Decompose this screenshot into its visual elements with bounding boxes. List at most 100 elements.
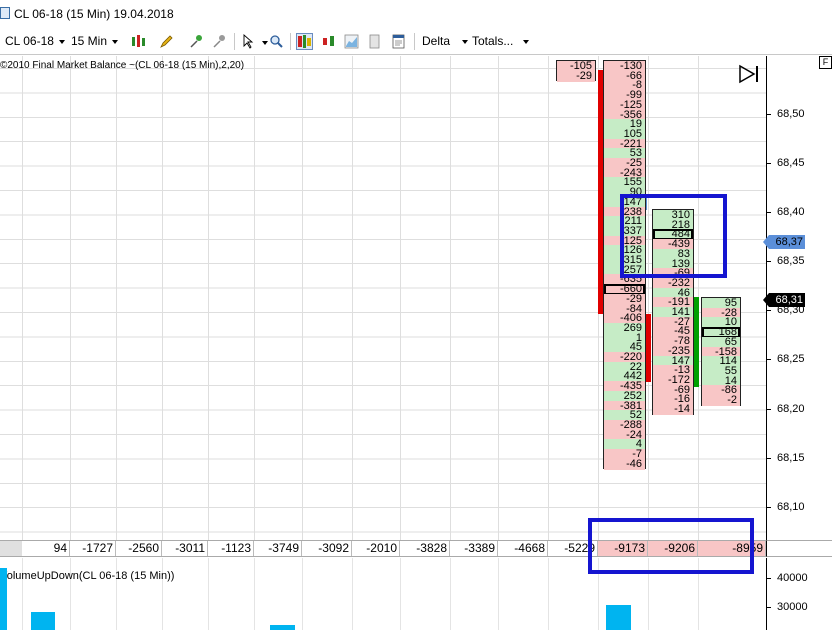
properties-button[interactable] bbox=[390, 33, 407, 50]
price-axis-tick bbox=[767, 507, 771, 508]
gridline bbox=[162, 56, 163, 540]
gridline bbox=[548, 558, 549, 630]
magnifier-icon bbox=[270, 35, 283, 48]
delta-selector[interactable]: Delta bbox=[422, 32, 469, 51]
totals-cell: 94 bbox=[22, 541, 70, 556]
data-box-button[interactable] bbox=[366, 33, 383, 50]
gridline bbox=[400, 56, 401, 540]
totals-cell: -3092 bbox=[302, 541, 352, 556]
totals-cell: -2010 bbox=[352, 541, 400, 556]
price-axis-tick bbox=[767, 409, 771, 410]
gridline bbox=[70, 56, 71, 540]
footprint-chart-icon bbox=[298, 35, 311, 48]
gridline bbox=[548, 56, 549, 540]
chart-type-area-button[interactable] bbox=[343, 33, 360, 50]
gridline bbox=[450, 558, 451, 630]
gridline bbox=[254, 56, 255, 540]
totals-cell: -4668 bbox=[498, 541, 548, 556]
gridline bbox=[208, 56, 209, 540]
volume-bar bbox=[31, 612, 55, 630]
window-titlebar: CL 06-18 (15 Min) 19.04.2018 bbox=[0, 0, 832, 28]
totals-cell: -2560 bbox=[116, 541, 162, 556]
price-axis-label: 68,45 bbox=[777, 157, 805, 169]
corner-button[interactable]: F bbox=[819, 56, 832, 69]
pencil-icon bbox=[160, 35, 173, 48]
document-icon bbox=[369, 34, 380, 49]
bar-style-icon bbox=[132, 35, 145, 47]
price-axis-tick bbox=[767, 359, 771, 360]
gridline bbox=[254, 558, 255, 630]
remove-indicator-button[interactable] bbox=[211, 33, 228, 50]
plus-pin-icon bbox=[190, 35, 202, 48]
footprint-cell: -2 bbox=[702, 395, 740, 406]
price-axis-tick bbox=[767, 114, 771, 115]
chart-toolbar: CL 06-18 15 Min Delta Totals... bbox=[0, 28, 832, 55]
volume-bar bbox=[606, 605, 631, 630]
price-axis-label: 68,10 bbox=[777, 501, 805, 513]
gridline bbox=[498, 558, 499, 630]
bar-style-button[interactable] bbox=[130, 33, 147, 50]
price-axis-tick bbox=[767, 458, 771, 459]
gridline bbox=[498, 56, 499, 540]
footprint-column: 95 -28 10 168 65 -158 114 55 14 -86 -2 bbox=[701, 297, 741, 406]
properties-icon bbox=[392, 34, 405, 49]
candle-body-red bbox=[646, 314, 651, 382]
interval-selector[interactable]: 15 Min bbox=[71, 32, 119, 51]
cursor-arrow-icon bbox=[243, 34, 254, 49]
totals-label: Totals... bbox=[472, 34, 514, 48]
delta-label: Delta bbox=[422, 34, 451, 48]
totals-cell: -3011 bbox=[162, 541, 208, 556]
footprint-column: -105 -29 bbox=[556, 60, 596, 82]
gridline bbox=[450, 56, 451, 540]
scroll-to-end-button[interactable] bbox=[738, 64, 762, 84]
candle-body-green bbox=[694, 297, 699, 387]
chevron-down-icon bbox=[112, 39, 119, 44]
chart-type-candles-button[interactable] bbox=[320, 33, 337, 50]
footprint-cell: -14 bbox=[653, 404, 693, 415]
price-tag-value: 68,31 bbox=[775, 294, 803, 306]
zoom-button[interactable] bbox=[268, 33, 285, 50]
gridline bbox=[208, 558, 209, 630]
price-axis[interactable]: F 68,50 68,45 68,40 68,35 68,30 68,25 68,20 68,… bbox=[763, 56, 832, 540]
totals-selector[interactable]: Totals... bbox=[472, 32, 530, 51]
price-axis-label: 68,35 bbox=[777, 255, 805, 267]
gridline bbox=[70, 558, 71, 630]
chevron-down-icon bbox=[58, 39, 65, 44]
volume-axis-tick bbox=[767, 607, 771, 608]
volume-axis-label: 40000 bbox=[777, 572, 808, 584]
instrument-selector[interactable]: CL 06-18 bbox=[5, 32, 65, 51]
chart-window-icon bbox=[0, 7, 10, 19]
totals-cell: -3828 bbox=[400, 541, 450, 556]
footprint-cell: -46 bbox=[604, 458, 645, 470]
chevron-down-icon bbox=[462, 39, 469, 44]
candle-body-red bbox=[598, 70, 603, 314]
totals-row-header bbox=[0, 541, 22, 556]
skip-to-end-icon bbox=[739, 64, 758, 84]
chart-type-footprint-button[interactable] bbox=[296, 33, 313, 50]
volume-bar bbox=[0, 568, 7, 630]
add-indicator-button[interactable] bbox=[188, 33, 205, 50]
highlight-box-upper bbox=[620, 194, 727, 278]
cursor-mode-button[interactable] bbox=[240, 33, 257, 50]
gridline bbox=[116, 558, 117, 630]
price-axis-label: 68,50 bbox=[777, 108, 805, 120]
gridline bbox=[302, 558, 303, 630]
interval-label: 15 Min bbox=[71, 34, 108, 48]
price-axis-label: 68,40 bbox=[777, 206, 805, 218]
price-axis-tick bbox=[767, 310, 771, 311]
current-price-tag: 68,31 bbox=[763, 293, 805, 307]
gridline bbox=[352, 56, 353, 540]
chevron-down-icon bbox=[523, 39, 530, 44]
draw-tool-button[interactable] bbox=[158, 33, 175, 50]
volume-axis-label: 30000 bbox=[777, 601, 808, 613]
price-chart-panel[interactable]: ©2010 Final Market Balance ~(CL 06-18 (1… bbox=[0, 56, 766, 540]
pin-icon bbox=[213, 35, 225, 48]
price-axis-label: 68,15 bbox=[777, 452, 805, 464]
totals-cell: -3749 bbox=[254, 541, 302, 556]
area-chart-icon bbox=[344, 34, 359, 49]
instrument-label: CL 06-18 bbox=[5, 34, 54, 48]
gridline bbox=[302, 56, 303, 540]
price-axis-tick bbox=[767, 163, 771, 164]
toolbar-separator bbox=[234, 33, 235, 50]
volume-axis: 40000 30000 bbox=[766, 558, 832, 630]
